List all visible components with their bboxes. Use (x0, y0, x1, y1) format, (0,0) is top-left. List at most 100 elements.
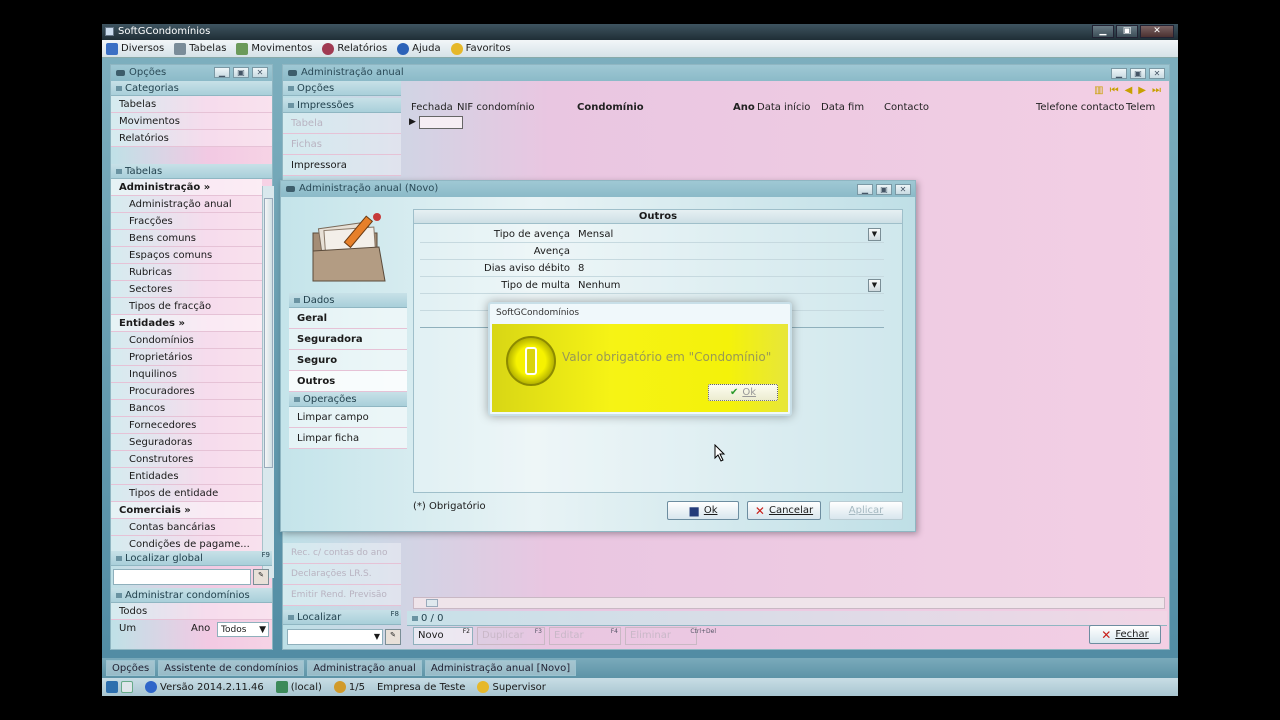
tables-item-21[interactable]: Condições de pagame... (111, 536, 262, 551)
col-telem[interactable]: Telem (1122, 101, 1158, 115)
print-receipts[interactable]: Rec. c/ contas do ano (283, 543, 401, 564)
tables-item-18[interactable]: Tipos de entidade (111, 485, 262, 502)
tables-item-5[interactable]: Rubricas (111, 264, 262, 281)
panel-maximize-button[interactable]: ▣ (233, 67, 249, 78)
year-select[interactable]: Todos ▼ (217, 622, 269, 637)
categories-header[interactable]: Categorias (111, 81, 272, 96)
clear-record-button[interactable]: Limpar ficha (289, 428, 407, 449)
col-condominio[interactable]: Condomínio (573, 101, 729, 115)
tables-item-17[interactable]: Entidades (111, 468, 262, 485)
taskbar-tab-admin-anual[interactable]: Administração anual (307, 660, 422, 676)
maximize-button[interactable]: ▣ (1116, 25, 1138, 38)
main-minimize-button[interactable]: ▁ (1111, 68, 1127, 79)
delete-record-button[interactable]: Eliminar Ctrl+Del (625, 627, 716, 645)
grid-cell-fechada[interactable] (419, 116, 463, 129)
tipo-avenca-select[interactable]: Mensal (578, 226, 613, 243)
col-contacto[interactable]: Contacto (880, 101, 1032, 115)
tables-item-13[interactable]: Bancos (111, 400, 262, 417)
tables-item-7[interactable]: Tipos de fracção (111, 298, 262, 315)
search-icon[interactable]: ✎ (385, 629, 401, 645)
col-telefone[interactable]: Telefone contacto (1032, 101, 1124, 115)
print-declarations[interactable]: Declarações LR.S. (283, 564, 401, 585)
col-ano[interactable]: Ano (729, 101, 755, 115)
menu-tabelas[interactable]: Tabelas (174, 42, 226, 55)
grid-horizontal-scrollbar[interactable] (413, 597, 1165, 609)
tables-item-14[interactable]: Fornecedores (111, 417, 262, 434)
panel-minimize-button[interactable]: ▁ (214, 67, 230, 78)
next-record-icon[interactable]: ▶ (1138, 85, 1146, 96)
operations-header[interactable]: Operações (289, 392, 407, 407)
edit-record-button[interactable]: Editar F4 (549, 627, 621, 645)
global-search-header[interactable]: Localizar global F9 (111, 551, 272, 566)
col-data-inicio[interactable]: Data início (753, 101, 817, 115)
search-icon[interactable]: ✎ (253, 569, 269, 585)
tables-header[interactable]: Tabelas (111, 164, 272, 179)
col-fechada[interactable]: Fechada (407, 101, 453, 115)
global-search-input[interactable] (113, 569, 251, 585)
print-forecast[interactable]: Emitir Rend. Previsão (283, 585, 401, 606)
first-record-icon[interactable]: ⏮ (1110, 85, 1119, 96)
clear-field-button[interactable]: Limpar campo (289, 407, 407, 428)
print-table[interactable]: Tabela (283, 113, 401, 134)
main-options-header[interactable]: Opções (283, 81, 401, 96)
tables-item-4[interactable]: Espaços comuns (111, 247, 262, 264)
tipo-avenca-dropdown[interactable]: ▼ (868, 228, 881, 241)
dialog-ok-button[interactable]: ■ Ok (667, 501, 739, 520)
duplicate-record-button[interactable]: Duplicar F3 (477, 627, 545, 645)
tipo-multa-dropdown[interactable]: ▼ (868, 279, 881, 292)
dialog-maximize-button[interactable]: ▣ (876, 184, 892, 195)
tables-item-16[interactable]: Construtores (111, 451, 262, 468)
new-record-button[interactable]: Novo F2 (413, 627, 473, 645)
search-header[interactable]: Localizar F8 (283, 610, 401, 625)
dialog-apply-button[interactable]: Aplicar (829, 501, 903, 520)
tables-item-12[interactable]: Procuradores (111, 383, 262, 400)
tables-item-11[interactable]: Inquilinos (111, 366, 262, 383)
filter-icon[interactable]: ▥ (1094, 85, 1103, 96)
tables-item-6[interactable]: Sectores (111, 281, 262, 298)
tipo-multa-select[interactable]: Nenhum (578, 277, 620, 294)
col-nif[interactable]: NIF condomínio (453, 101, 573, 115)
tab-seguro[interactable]: Seguro (289, 350, 407, 371)
taskbar-tab-admin-anual-novo[interactable]: Administração anual [Novo] (424, 660, 577, 676)
manage-condos-header[interactable]: Administrar condomínios (111, 588, 272, 603)
tab-outros[interactable]: Outros (289, 371, 407, 392)
menu-movimentos[interactable]: Movimentos (236, 42, 312, 55)
col-data-fim[interactable]: Data fim (817, 101, 880, 115)
panel-close-button[interactable]: ✕ (252, 67, 268, 78)
dias-aviso-input[interactable]: 8 (578, 260, 584, 277)
minimize-button[interactable]: ▁ (1092, 25, 1114, 38)
tables-item-19[interactable]: Comerciais » (111, 502, 262, 519)
last-record-icon[interactable]: ⏭ (1152, 85, 1161, 96)
main-maximize-button[interactable]: ▣ (1130, 68, 1146, 79)
menu-relatorios[interactable]: Relatórios (322, 42, 387, 55)
print-printer[interactable]: Impressora (283, 155, 401, 176)
category-tabelas[interactable]: Tabelas (111, 96, 272, 113)
main-close-button[interactable]: ✕ (1149, 68, 1165, 79)
tables-item-10[interactable]: Proprietários (111, 349, 262, 366)
alert-ok-button[interactable]: ✔ Ok (708, 384, 778, 401)
tables-scrollbar[interactable] (262, 186, 274, 578)
tab-seguradora[interactable]: Seguradora (289, 329, 407, 350)
menu-favoritos[interactable]: Favoritos (450, 42, 511, 55)
data-header[interactable]: Dados (289, 293, 407, 308)
tables-item-15[interactable]: Seguradoras (111, 434, 262, 451)
taskbar-tab-assistente[interactable]: Assistente de condomínios (158, 660, 305, 676)
manage-condos-todos[interactable]: Todos (111, 603, 272, 620)
dialog-cancel-button[interactable]: ✕ Cancelar (747, 501, 821, 520)
tables-item-8[interactable]: Entidades » (111, 315, 262, 332)
keyboard-icon[interactable] (121, 681, 133, 693)
dialog-minimize-button[interactable]: ▁ (857, 184, 873, 195)
prev-record-icon[interactable]: ◀ (1125, 85, 1133, 96)
close-window-button[interactable]: ✕ (1140, 25, 1174, 38)
tables-item-2[interactable]: Fracções (111, 213, 262, 230)
print-records[interactable]: Fichas (283, 134, 401, 155)
category-movimentos[interactable]: Movimentos (111, 113, 272, 130)
menu-diversos[interactable]: Diversos (106, 42, 164, 55)
search-input[interactable]: ▼ (287, 629, 383, 645)
category-relatorios[interactable]: Relatórios (111, 130, 272, 147)
tables-item-0[interactable]: Administração » (111, 179, 262, 196)
tab-geral[interactable]: Geral (289, 308, 407, 329)
dialog-close-button[interactable]: ✕ (895, 184, 911, 195)
tables-item-9[interactable]: Condomínios (111, 332, 262, 349)
tables-item-20[interactable]: Contas bancárias (111, 519, 262, 536)
